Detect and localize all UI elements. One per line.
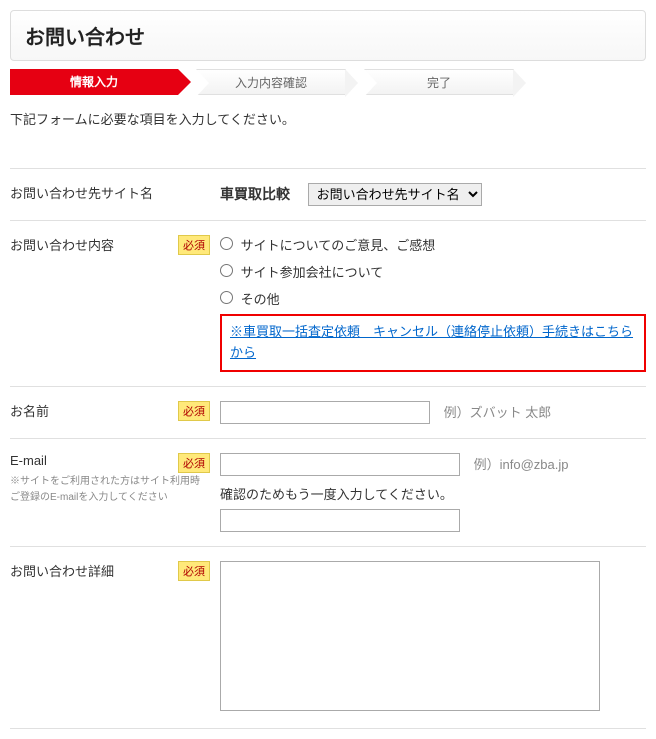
step-confirm: 入力内容確認 — [196, 69, 346, 95]
label-site: お問い合わせ先サイト名 — [10, 183, 153, 206]
name-example: 例）ズバット 太郎 — [444, 405, 552, 420]
required-tag: 必須 — [178, 401, 210, 421]
radio-text-2: サイト参加会社について — [241, 265, 384, 280]
radio-company[interactable] — [220, 264, 233, 277]
label-col: お問い合わせ内容 必須 — [10, 235, 220, 372]
radio-other[interactable] — [220, 291, 233, 304]
detail-textarea[interactable] — [220, 561, 600, 711]
step-input: 情報入力 — [10, 69, 178, 95]
value-col: 例）ズバット 太郎 — [220, 401, 646, 424]
value-col: 例）info@zba.jp 確認のためもう一度入力してください。 — [220, 453, 646, 532]
step-done: 完了 — [364, 69, 514, 95]
radio-label-1[interactable]: サイトについてのご意見、ご感想 — [220, 238, 435, 253]
page-title: お問い合わせ — [25, 21, 631, 50]
radio-text-1: サイトについてのご意見、ご感想 — [241, 238, 436, 253]
email-confirm-note: 確認のためもう一度入力してください。 — [220, 484, 646, 503]
cancel-link[interactable]: ※車買取一括査定依頼 キャンセル（連絡停止依頼）手続きはこちらから — [230, 324, 633, 360]
email-confirm-input[interactable] — [220, 509, 460, 532]
row-name: お名前 必須 例）ズバット 太郎 — [10, 387, 646, 439]
radio-label-3[interactable]: その他 — [220, 292, 280, 307]
value-col — [220, 561, 646, 714]
email-note-1: ※サイトをご利用された方はサイト利用時 — [10, 475, 200, 489]
page-title-container: お問い合わせ — [10, 10, 646, 61]
label-name: お名前 — [10, 401, 178, 420]
label-col: お名前 必須 — [10, 401, 220, 424]
value-col: 車買取比較 お問い合わせ先サイト名 — [220, 183, 646, 206]
label-inquiry-type: お問い合わせ内容 — [10, 235, 178, 254]
label-col: お問い合わせ先サイト名 — [10, 183, 220, 206]
required-tag: 必須 — [178, 561, 210, 581]
email-example: 例）info@zba.jp — [474, 457, 569, 472]
row-site: お問い合わせ先サイト名 車買取比較 お問い合わせ先サイト名 — [10, 168, 646, 221]
label-detail: お問い合わせ詳細 — [10, 561, 178, 580]
label-col: E-mail 必須 ※サイトをご利用された方はサイト利用時 ご登録のE-mail… — [10, 453, 220, 532]
row-email: E-mail 必須 ※サイトをご利用された方はサイト利用時 ご登録のE-mail… — [10, 439, 646, 547]
radio-row-3: その他 — [220, 289, 646, 308]
site-name-text: 車買取比較 — [220, 184, 290, 204]
radio-opinion[interactable] — [220, 237, 233, 250]
required-tag: 必須 — [178, 235, 210, 255]
row-inquiry-type: お問い合わせ内容 必須 サイトについてのご意見、ご感想 サイト参加会社について … — [10, 221, 646, 387]
label-email: E-mail — [10, 453, 178, 468]
label-col: お問い合わせ詳細 必須 — [10, 561, 220, 714]
row-detail: お問い合わせ詳細 必須 — [10, 547, 646, 729]
radio-text-3: その他 — [241, 292, 280, 307]
email-note-2: ご登録のE-mailを入力してください — [10, 491, 168, 505]
email-input[interactable] — [220, 453, 460, 476]
radio-label-2[interactable]: サイト参加会社について — [220, 265, 383, 280]
intro-text: 下記フォームに必要な項目を入力してください。 — [10, 109, 646, 128]
value-col: サイトについてのご意見、ご感想 サイト参加会社について その他 ※車買取一括査定… — [220, 235, 646, 372]
cancel-link-box: ※車買取一括査定依頼 キャンセル（連絡停止依頼）手続きはこちらから — [220, 314, 646, 372]
site-select[interactable]: お問い合わせ先サイト名 — [308, 183, 482, 206]
radio-row-2: サイト参加会社について — [220, 262, 646, 281]
required-tag: 必須 — [178, 453, 210, 473]
radio-row-1: サイトについてのご意見、ご感想 — [220, 235, 646, 254]
step-indicator: 情報入力 入力内容確認 完了 — [10, 69, 646, 95]
name-input[interactable] — [220, 401, 430, 424]
